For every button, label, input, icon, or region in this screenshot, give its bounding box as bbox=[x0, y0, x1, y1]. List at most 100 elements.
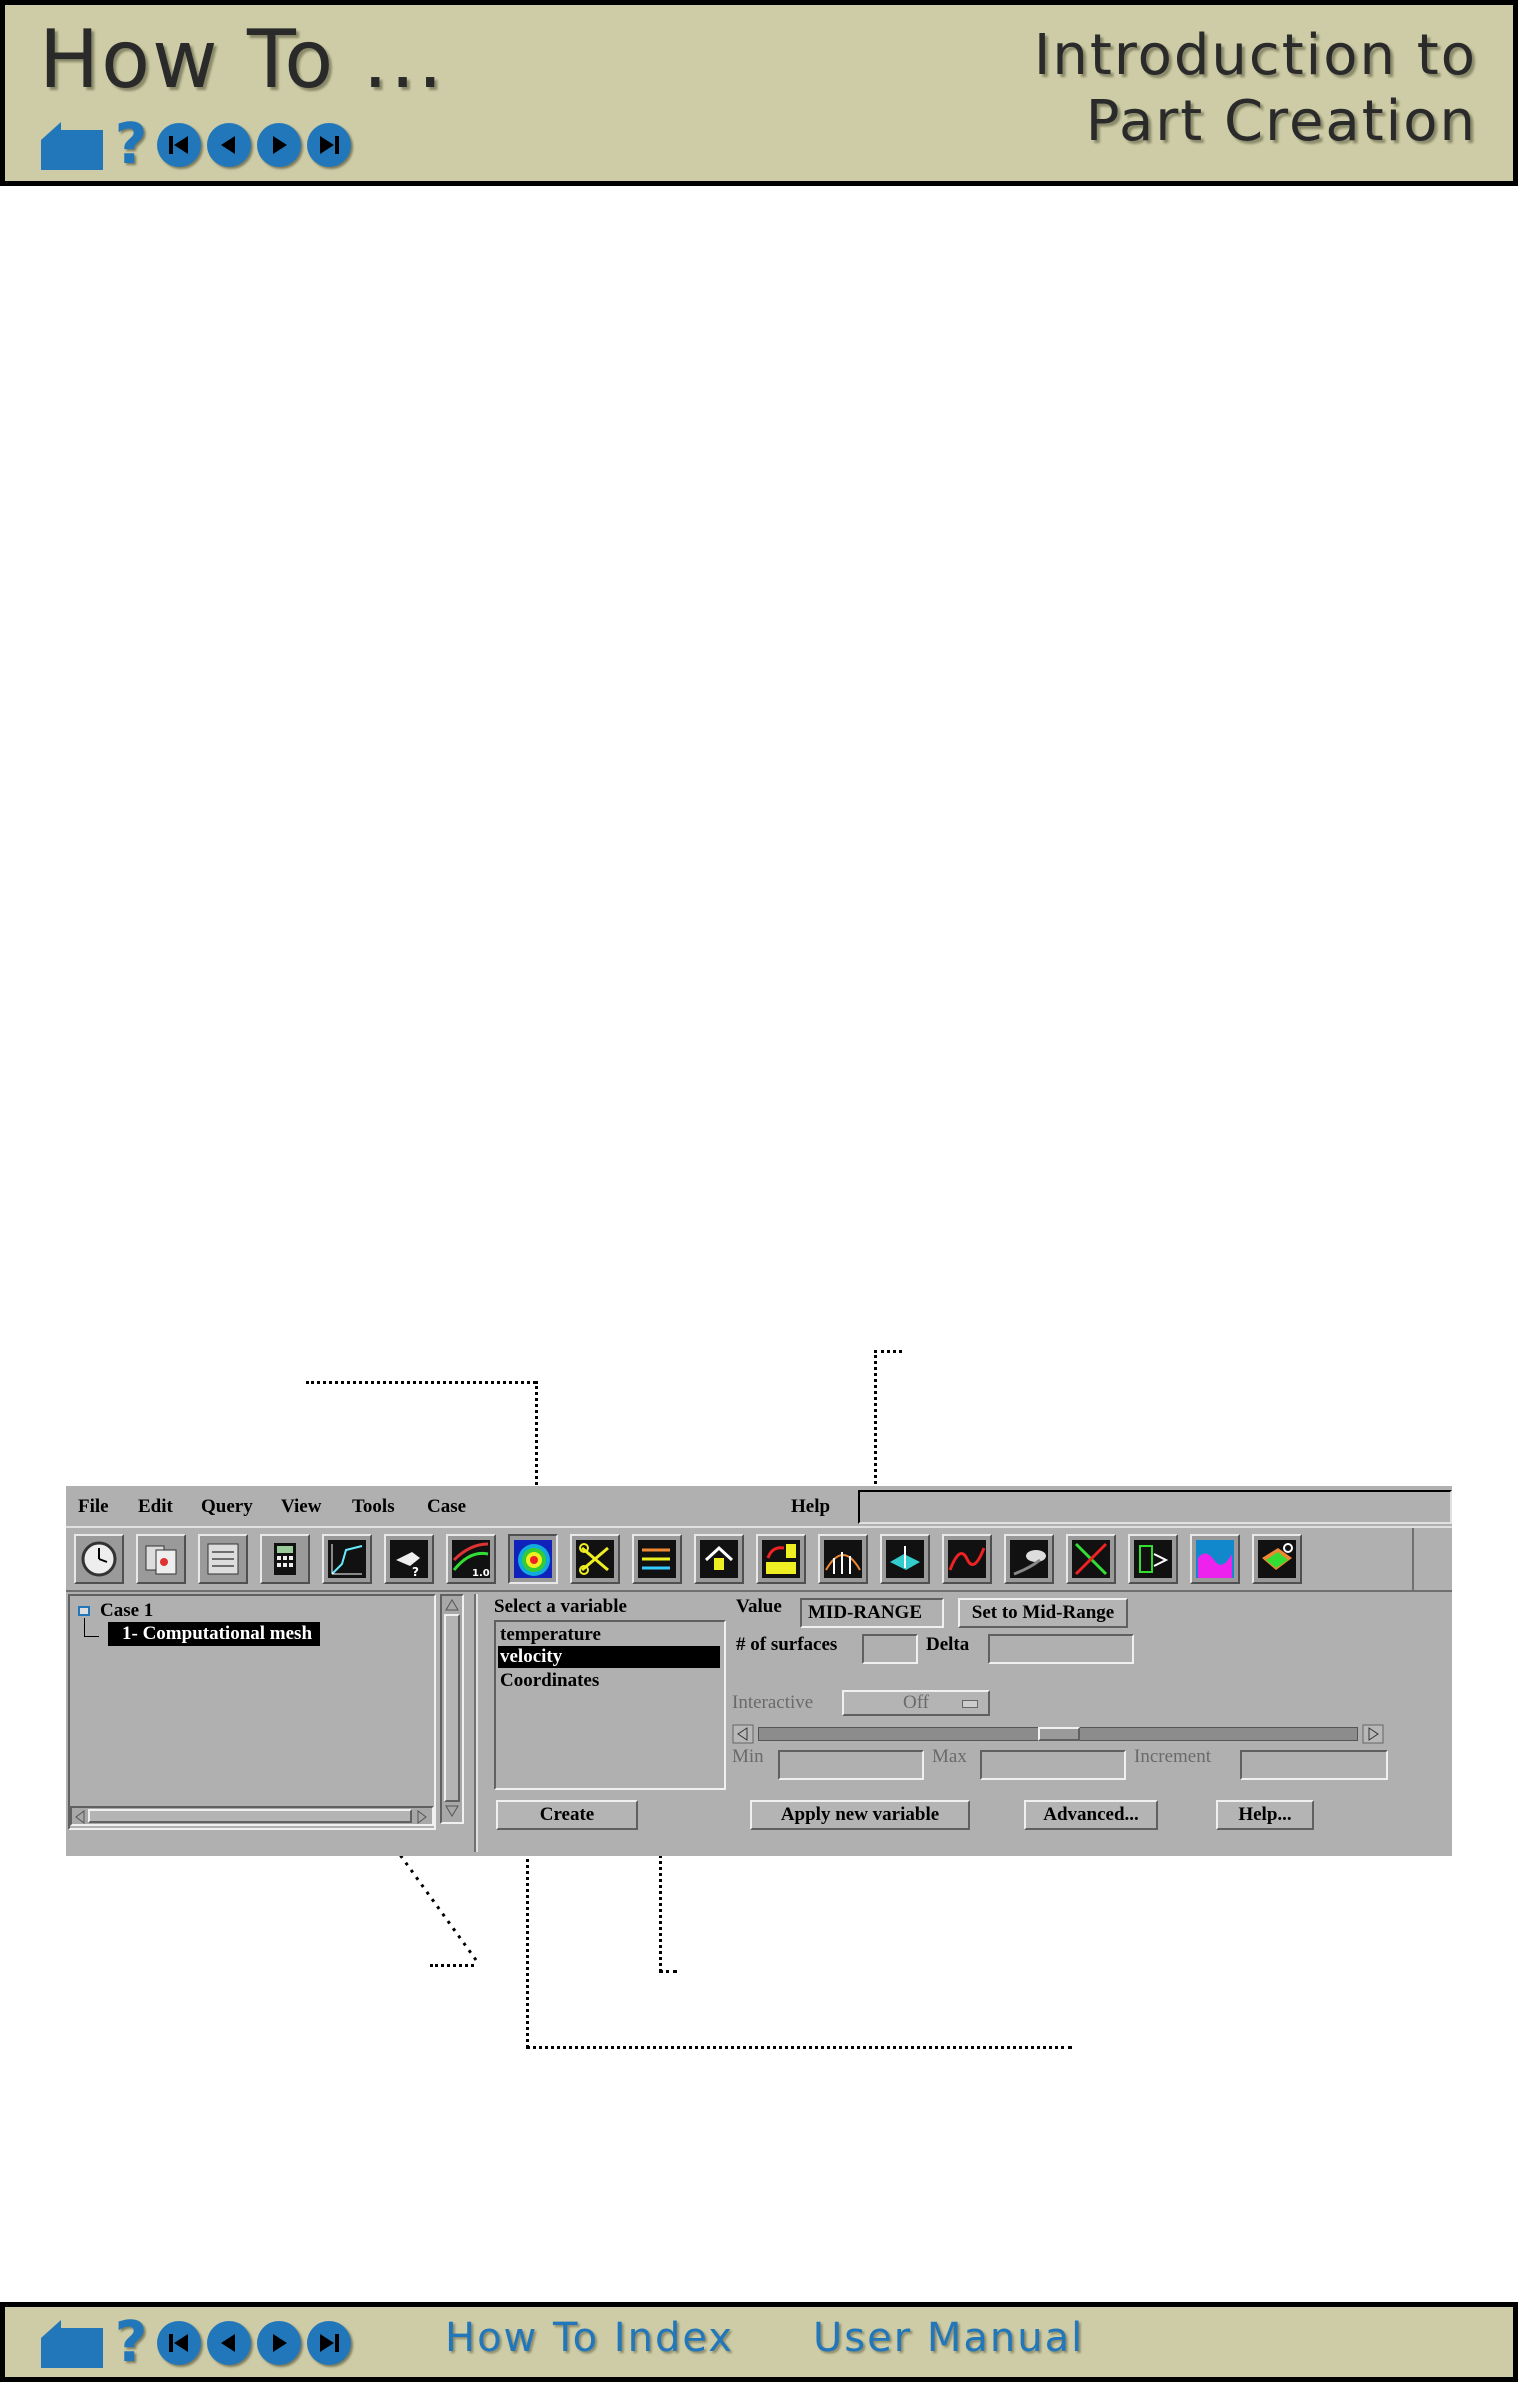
dropdown-indicator-icon bbox=[962, 1700, 978, 1708]
tool-curve[interactable] bbox=[942, 1534, 992, 1584]
previous-page-icon[interactable] bbox=[207, 123, 251, 167]
part-item-computational-mesh[interactable]: 1- Computational mesh bbox=[108, 1622, 321, 1646]
slider-thumb[interactable] bbox=[1038, 1727, 1080, 1741]
develop-icon bbox=[1258, 1540, 1296, 1578]
menu-edit[interactable]: Edit bbox=[138, 1496, 173, 1518]
variable-item-velocity[interactable]: velocity bbox=[498, 1646, 720, 1668]
tool-develop[interactable] bbox=[1252, 1534, 1302, 1584]
tool-numbered-blocks[interactable] bbox=[756, 1534, 806, 1584]
interactive-dropdown[interactable]: Off bbox=[842, 1690, 990, 1716]
set-to-mid-range-button[interactable]: Set to Mid-Range bbox=[958, 1598, 1128, 1628]
menu-file[interactable]: File bbox=[78, 1496, 109, 1518]
delta-label: Delta bbox=[926, 1634, 970, 1655]
toolbar-spacer bbox=[1412, 1528, 1452, 1590]
scroll-up-icon[interactable] bbox=[445, 1598, 459, 1612]
slider-left-icon[interactable] bbox=[732, 1724, 754, 1744]
separation-icon bbox=[1072, 1540, 1110, 1578]
user-manual-link[interactable]: User Manual bbox=[813, 2315, 1084, 2361]
slider-right-icon[interactable] bbox=[1362, 1724, 1384, 1744]
help-icon[interactable]: ? bbox=[111, 117, 151, 173]
variable-list[interactable]: temperature velocity Coordinates bbox=[494, 1620, 726, 1790]
part-list-hscroll-thumb[interactable] bbox=[88, 1809, 412, 1823]
last-page-icon[interactable] bbox=[307, 123, 351, 167]
tool-clip[interactable] bbox=[570, 1534, 620, 1584]
tool-clock[interactable] bbox=[74, 1534, 124, 1584]
first-page-icon[interactable] bbox=[157, 123, 201, 167]
header-bar: How To ... Introduction to Part Creation… bbox=[0, 0, 1518, 186]
scissors-clip-icon bbox=[576, 1540, 614, 1578]
advanced-button[interactable]: Advanced... bbox=[1024, 1800, 1158, 1830]
case-label[interactable]: Case 1 bbox=[100, 1600, 153, 1622]
surfaces-label: # of surfaces bbox=[736, 1634, 838, 1655]
variable-item-coordinates[interactable]: Coordinates bbox=[500, 1670, 599, 1692]
tool-vector-arrows[interactable] bbox=[632, 1534, 682, 1584]
tool-parts-list[interactable] bbox=[198, 1534, 248, 1584]
menu-help[interactable]: Help bbox=[791, 1496, 830, 1518]
file-cards-icon bbox=[145, 1545, 177, 1575]
scroll-left-icon[interactable] bbox=[74, 1810, 86, 1824]
variable-item-temperature[interactable]: temperature bbox=[500, 1624, 601, 1646]
first-page-icon[interactable] bbox=[157, 2321, 201, 2365]
menu-tools[interactable]: Tools bbox=[352, 1496, 395, 1518]
min-field[interactable] bbox=[778, 1750, 924, 1780]
delta-field[interactable] bbox=[988, 1634, 1134, 1664]
tool-sheet[interactable] bbox=[880, 1534, 930, 1584]
surfaces-field[interactable] bbox=[862, 1634, 918, 1664]
home-icon[interactable] bbox=[39, 2316, 105, 2370]
part-list-hscrollbar[interactable] bbox=[70, 1806, 434, 1826]
tool-particle-trace[interactable] bbox=[1004, 1534, 1054, 1584]
tool-file-cards[interactable] bbox=[136, 1534, 186, 1584]
panel-divider bbox=[474, 1594, 478, 1852]
part-list-vscroll-thumb[interactable] bbox=[444, 1614, 460, 1802]
last-page-icon[interactable] bbox=[307, 2321, 351, 2365]
next-page-icon[interactable] bbox=[257, 2321, 301, 2365]
footer-nav: ? bbox=[39, 2315, 351, 2371]
create-button[interactable]: Create bbox=[496, 1800, 638, 1830]
red-curve-icon bbox=[948, 1540, 986, 1578]
value-field[interactable]: MID-RANGE bbox=[800, 1598, 944, 1628]
home-icon[interactable] bbox=[39, 118, 105, 172]
topic-title-line1: Introduction to bbox=[1033, 23, 1477, 88]
scroll-right-icon[interactable] bbox=[416, 1810, 428, 1824]
callout-line bbox=[659, 1970, 677, 1973]
next-page-icon[interactable] bbox=[257, 123, 301, 167]
topic-title-line2: Part Creation bbox=[1085, 89, 1477, 154]
callout-line bbox=[306, 1381, 536, 1384]
menu-case[interactable]: Case bbox=[427, 1496, 466, 1518]
part-list-panel: Case 1 1- Computational mesh bbox=[68, 1594, 436, 1830]
increment-field[interactable] bbox=[1240, 1750, 1388, 1780]
previous-page-icon[interactable] bbox=[207, 2321, 251, 2365]
tool-calculator[interactable] bbox=[260, 1534, 310, 1584]
page-title: How To ... bbox=[39, 13, 445, 106]
svg-text:?: ? bbox=[412, 1565, 419, 1578]
tool-profile[interactable] bbox=[818, 1534, 868, 1584]
increment-label: Increment bbox=[1134, 1746, 1212, 1767]
interactive-value: Off bbox=[902, 1692, 930, 1713]
value-label: Value bbox=[736, 1596, 782, 1617]
value-slider[interactable] bbox=[732, 1724, 1386, 1744]
svg-text:1.0: 1.0 bbox=[472, 1568, 490, 1578]
tool-separation[interactable] bbox=[1066, 1534, 1116, 1584]
particle-trace-icon bbox=[1010, 1540, 1048, 1578]
help-button[interactable]: Help... bbox=[1216, 1800, 1314, 1830]
plot-icon bbox=[328, 1540, 366, 1578]
collapse-toggle-icon[interactable] bbox=[78, 1606, 90, 1616]
tool-isoline[interactable]: 1.0 bbox=[446, 1534, 496, 1584]
tool-query[interactable]: ? bbox=[384, 1534, 434, 1584]
tool-plot[interactable] bbox=[322, 1534, 372, 1584]
part-list-vscrollbar[interactable] bbox=[440, 1594, 464, 1824]
scroll-down-icon[interactable] bbox=[445, 1804, 459, 1818]
menu-view[interactable]: View bbox=[281, 1496, 321, 1518]
max-field[interactable] bbox=[980, 1750, 1126, 1780]
header-nav: ? bbox=[39, 117, 351, 173]
min-label: Min bbox=[732, 1746, 764, 1767]
numbered-blocks-icon bbox=[762, 1540, 800, 1578]
tool-elevate[interactable] bbox=[694, 1534, 744, 1584]
tool-isosurface[interactable] bbox=[508, 1534, 558, 1584]
apply-new-variable-button[interactable]: Apply new variable bbox=[750, 1800, 970, 1830]
tool-wave[interactable] bbox=[1190, 1534, 1240, 1584]
menu-query[interactable]: Query bbox=[201, 1496, 253, 1518]
tool-tensor[interactable] bbox=[1128, 1534, 1178, 1584]
how-to-index-link[interactable]: How To Index bbox=[445, 2315, 734, 2361]
help-icon[interactable]: ? bbox=[111, 2315, 151, 2371]
